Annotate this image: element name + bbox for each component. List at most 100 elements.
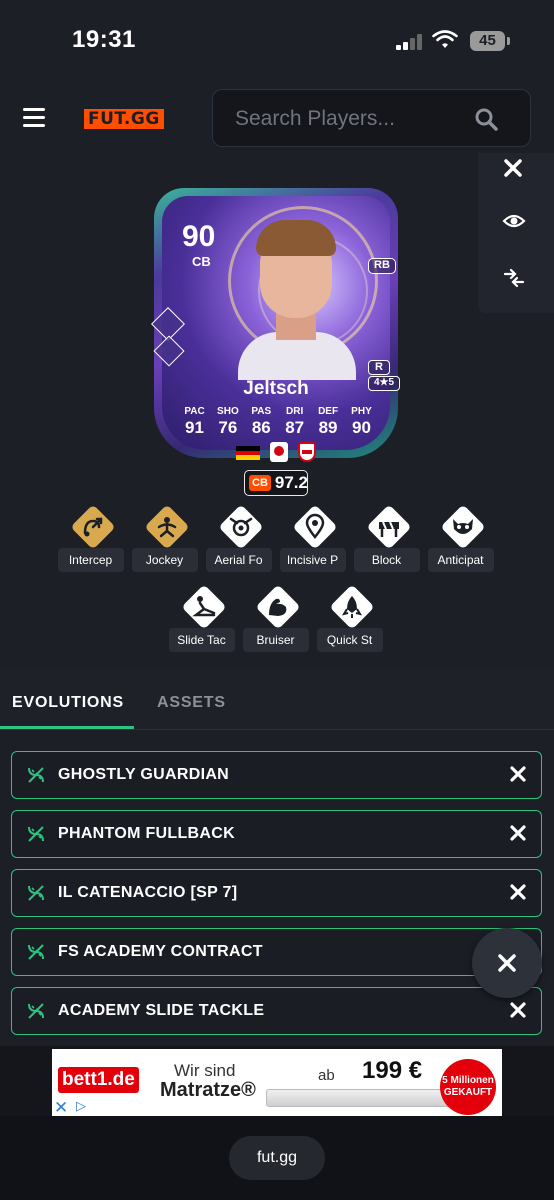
- tab-assets[interactable]: ASSETS: [157, 694, 226, 712]
- playstyle-intercept[interactable]: Intercep: [56, 504, 129, 574]
- signal-icon: [396, 34, 426, 50]
- tabs-bar: EVOLUTIONS ASSETS: [0, 668, 554, 730]
- eye-icon[interactable]: [502, 211, 526, 231]
- stat-value: 91: [185, 418, 204, 437]
- block-icon: [365, 504, 412, 550]
- card-tools-panel: [478, 153, 554, 313]
- active-tab-indicator: [0, 726, 134, 729]
- battery-nub: [507, 37, 510, 45]
- stat-value: 86: [251, 418, 271, 437]
- card-position: CB: [192, 254, 211, 269]
- tab-evolutions[interactable]: EVOLUTIONS: [12, 694, 124, 712]
- incisive-pass-icon: [291, 504, 338, 550]
- compare-arrows-icon[interactable]: [502, 267, 526, 289]
- close-icon[interactable]: [509, 1001, 527, 1019]
- evolution-item[interactable]: ACADEMY SLIDE TACKLE: [11, 987, 542, 1035]
- stat-value: 89: [318, 418, 338, 437]
- playstyle-slide-tackle[interactable]: Slide Tac: [167, 584, 240, 654]
- ad-price-prefix: ab: [318, 1067, 335, 1084]
- jockey-icon: [143, 504, 190, 550]
- floating-close-button[interactable]: [472, 928, 542, 998]
- ad-price: 199 €: [362, 1057, 423, 1084]
- wifi-icon: [432, 30, 458, 48]
- search-input[interactable]: Search Players...: [212, 89, 531, 147]
- preferred-foot-badge: R: [368, 360, 390, 375]
- hamburger-menu-icon[interactable]: [23, 108, 45, 128]
- dna-icon: [28, 944, 44, 960]
- site-header: FUT.GG Search Players...: [0, 88, 554, 150]
- evolutions-list: GHOSTLY GUARDIAN PHANTOM FULLBACK IL CAT…: [11, 751, 542, 1046]
- close-icon[interactable]: [509, 883, 527, 901]
- battery-indicator: 45: [470, 31, 505, 51]
- evolution-item[interactable]: FS ACADEMY CONTRACT: [11, 928, 542, 976]
- search-icon[interactable]: [474, 107, 498, 131]
- ad-brand-logo: bett1.de: [58, 1067, 139, 1093]
- playstyle-quick-step[interactable]: Quick St: [315, 584, 388, 654]
- url-bar[interactable]: fut.gg: [229, 1136, 325, 1180]
- playstyle-aerial-fortress[interactable]: Aerial Fo: [204, 504, 277, 574]
- playstyles-row: Intercep Jockey Aerial Fo Incisive P Blo…: [0, 504, 554, 574]
- stat-value: 90: [351, 418, 371, 437]
- dna-icon: [28, 826, 44, 842]
- ad-banner[interactable]: bett1.de Wir sind Matratze® ab 199 € 5 M…: [52, 1049, 502, 1117]
- stat-label: DRI: [286, 406, 304, 417]
- intercept-icon: [69, 504, 116, 550]
- stat-values: 91 76 86 87 89 90: [178, 418, 378, 438]
- stat-label: PHY: [351, 406, 372, 417]
- stat-labels: PAC SHO PAS DRI DEF PHY: [178, 406, 378, 417]
- playstyle-label: Quick St: [316, 628, 383, 652]
- alt-position-badge: RB: [368, 258, 396, 274]
- evolution-name: PHANTOM FULLBACK: [58, 825, 235, 842]
- card-rating: 90: [182, 220, 216, 253]
- evolution-name: FS ACADEMY CONTRACT: [58, 943, 263, 960]
- ad-info-icon[interactable]: ▷: [76, 1098, 86, 1114]
- playstyle-label: Aerial Fo: [205, 548, 272, 572]
- playstyle-label: Bruiser: [242, 628, 309, 652]
- evolution-item[interactable]: GHOSTLY GUARDIAN: [11, 751, 542, 799]
- close-icon[interactable]: [509, 824, 527, 842]
- player-name: Jeltsch: [243, 378, 309, 399]
- ad-badge: 5 Millionen GEKAUFT: [440, 1059, 496, 1115]
- playstyles-row: Slide Tac Bruiser Quick St: [0, 584, 554, 654]
- playstyle-label: Slide Tac: [168, 628, 235, 652]
- playstyle-label: Incisive P: [279, 548, 346, 572]
- playstyle-anticipate[interactable]: Anticipat: [426, 504, 499, 574]
- dna-icon: [28, 885, 44, 901]
- stat-label: DEF: [318, 406, 339, 417]
- ad-close-icon[interactable]: ✕: [54, 1098, 68, 1118]
- evolution-name: ACADEMY SLIDE TACKLE: [58, 1002, 265, 1019]
- playstyle-label: Block: [353, 548, 420, 572]
- player-card[interactable]: 90 CB RB R 4★5 Jeltsch PAC SHO PAS DRI D…: [148, 180, 404, 496]
- nation-flag-germany-icon: [236, 446, 260, 460]
- playstyle-label: Intercep: [57, 548, 124, 572]
- search-placeholder: Search Players...: [235, 107, 395, 130]
- playstyle-bruiser[interactable]: Bruiser: [241, 584, 314, 654]
- close-icon[interactable]: [509, 765, 527, 783]
- dna-icon: [28, 767, 44, 783]
- meta-rating-badge[interactable]: CB 97.2: [244, 470, 308, 496]
- playstyle-block[interactable]: Block: [352, 504, 425, 574]
- stat-label: SHO: [217, 406, 239, 417]
- evolution-name: GHOSTLY GUARDIAN: [58, 766, 230, 783]
- futgg-logo[interactable]: FUT.GG: [84, 109, 164, 129]
- playstyle-incisive-pass[interactable]: Incisive P: [278, 504, 351, 574]
- meta-rating-value: 97.2: [274, 473, 308, 492]
- close-icon[interactable]: [502, 157, 524, 179]
- ad-headline-line2: Matratze®: [160, 1079, 256, 1101]
- evolution-item[interactable]: PHANTOM FULLBACK: [11, 810, 542, 858]
- dna-icon: [28, 1003, 44, 1019]
- stat-value: 87: [285, 418, 305, 437]
- close-icon: [498, 954, 516, 972]
- player-hair: [256, 220, 336, 256]
- league-bundesliga-icon: [270, 442, 288, 462]
- stat-value: 76: [218, 418, 238, 437]
- evolution-item[interactable]: IL CATENACCIO [SP 7]: [11, 869, 542, 917]
- playstyle-label: Anticipat: [427, 548, 494, 572]
- playstyle-jockey[interactable]: Jockey: [130, 504, 203, 574]
- anticipate-icon: [439, 504, 486, 550]
- ad-headline-line1: Wir sind: [174, 1061, 236, 1080]
- playstyle-label: Jockey: [131, 548, 198, 572]
- aerial-icon: [217, 504, 264, 550]
- meta-position-tag: CB: [249, 475, 271, 491]
- stat-label: PAC: [184, 406, 205, 417]
